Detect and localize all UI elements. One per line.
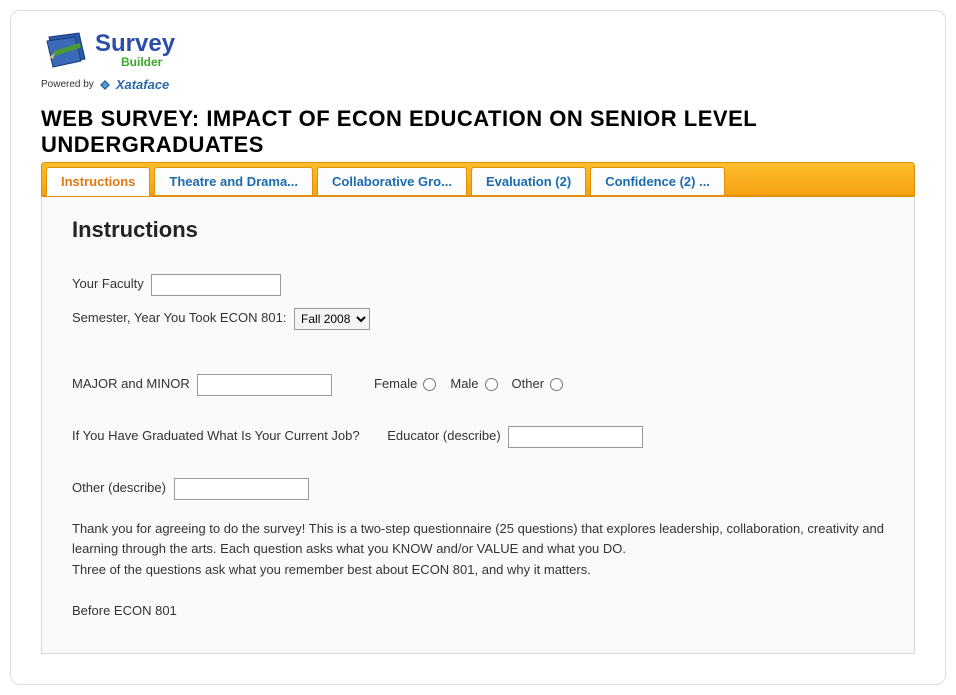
major-label: MAJOR and MINOR <box>72 376 190 391</box>
instructions-paragraph-2: Three of the questions ask what you reme… <box>72 560 884 580</box>
other-describe-input[interactable] <box>174 478 309 500</box>
semester-label: Semester, Year You Took ECON 801: <box>72 310 286 325</box>
tab-collaborative[interactable]: Collaborative Gro... <box>317 167 467 195</box>
gender-radio-group: Female Male Other <box>364 371 563 397</box>
grad-job-row: If You Have Graduated What Is Your Curre… <box>72 423 884 449</box>
logo: Survey Builder <box>41 29 915 71</box>
gender-male-label: Male <box>450 371 478 397</box>
major-gender-row: MAJOR and MINOR Female Male Other <box>72 371 884 397</box>
semester-row: Semester, Year You Took ECON 801: Fall 2… <box>72 305 884 331</box>
tab-evaluation[interactable]: Evaluation (2) <box>471 167 586 195</box>
faculty-input[interactable] <box>151 274 281 296</box>
section-heading: Instructions <box>72 217 884 243</box>
tab-content: Instructions Your Faculty Semester, Year… <box>41 196 915 654</box>
faculty-row: Your Faculty <box>72 271 884 297</box>
powered-by-prefix: Powered by <box>41 79 94 90</box>
survey-builder-icon <box>41 29 89 71</box>
instructions-paragraph-3: Before ECON 801 <box>72 601 884 621</box>
gender-other-label: Other <box>512 371 545 397</box>
tab-theatre-drama[interactable]: Theatre and Drama... <box>154 167 313 195</box>
instructions-body: Thank you for agreeing to do the survey!… <box>72 519 884 621</box>
logo-text: Survey Builder <box>95 32 175 68</box>
semester-select[interactable]: Fall 2008 <box>294 308 370 330</box>
logo-area: Survey Builder Powered by Xataface <box>41 29 915 92</box>
powered-by: Powered by Xataface <box>41 77 915 92</box>
logo-builder-text: Builder <box>121 56 175 68</box>
xataface-icon <box>98 79 112 91</box>
tab-bar: Instructions Theatre and Drama... Collab… <box>41 162 915 196</box>
faculty-label: Your Faculty <box>72 276 144 291</box>
tab-confidence[interactable]: Confidence (2) ... <box>590 167 725 195</box>
powered-by-brand: Xataface <box>116 77 169 92</box>
other-describe-row: Other (describe) <box>72 475 884 501</box>
educator-label: Educator (describe) <box>387 423 500 449</box>
gender-other-radio[interactable] <box>550 378 563 391</box>
logo-survey-text: Survey <box>95 32 175 56</box>
page-container: Survey Builder Powered by Xataface WEB S… <box>10 10 946 685</box>
grad-job-label: If You Have Graduated What Is Your Curre… <box>72 423 360 449</box>
tab-instructions[interactable]: Instructions <box>46 167 150 196</box>
gender-female-label: Female <box>374 371 417 397</box>
other-describe-label: Other (describe) <box>72 480 166 495</box>
page-title: WEB SURVEY: IMPACT OF ECON EDUCATION ON … <box>41 106 915 158</box>
gender-male-radio[interactable] <box>485 378 498 391</box>
gender-female-radio[interactable] <box>423 378 436 391</box>
educator-input[interactable] <box>508 426 643 448</box>
instructions-paragraph-1: Thank you for agreeing to do the survey!… <box>72 519 884 558</box>
major-input[interactable] <box>197 374 332 396</box>
